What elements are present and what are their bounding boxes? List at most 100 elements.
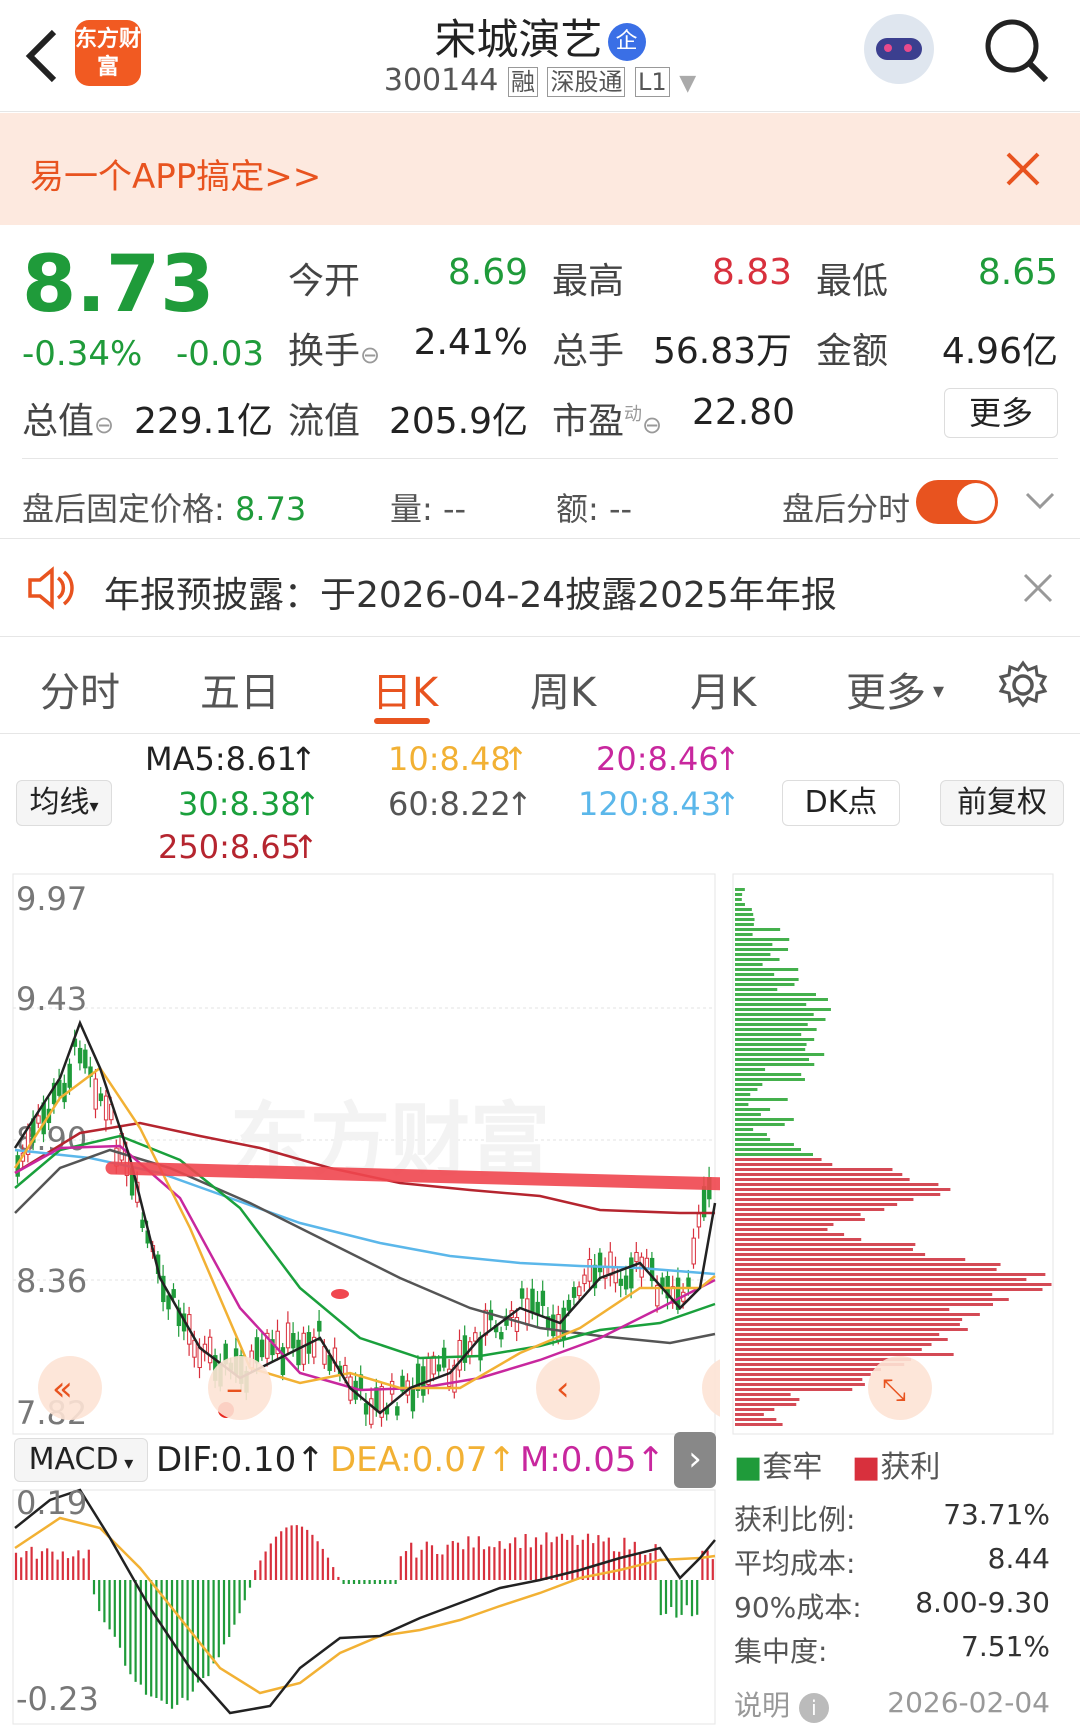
tab-5day[interactable]: 五日 [200, 660, 280, 718]
tag-connect: 深股通 [547, 67, 626, 97]
chip-bar [735, 1193, 941, 1196]
notice-text[interactable]: 年报预披露：于2026-04-24披露2025年年报 [104, 566, 837, 618]
ma5-label: MA5:8.61 [145, 740, 297, 778]
chip-bar [735, 1263, 1001, 1266]
explain-link[interactable]: 说明 i [734, 1684, 829, 1724]
dk-point-button[interactable]: DK点 [782, 780, 900, 826]
chip-bar [735, 1148, 801, 1151]
chip-bars [735, 888, 1052, 1426]
chip-bar [735, 1413, 764, 1416]
field-turnover-value: 2.41% [413, 322, 528, 363]
chip-bar [735, 1143, 794, 1146]
stock-code: 300144 [383, 63, 499, 98]
field-amount-label: 金额 [816, 331, 889, 372]
candle [577, 1281, 582, 1301]
candle [582, 1268, 587, 1292]
annotation-mark [331, 1289, 349, 1299]
macd-chart: 0.19 -0.23 [12, 1488, 716, 1725]
last-price: 8.73 [22, 240, 215, 330]
chip-bar [735, 918, 755, 921]
chevron-down-icon[interactable]: ▼ [679, 71, 696, 96]
triangle-down-icon: ▾ [926, 679, 945, 704]
chip-date: 2026-02-04 [887, 1686, 1050, 1719]
chip-bar [735, 943, 773, 946]
kline-chart[interactable]: 东方财富 9.97 9.43 8.90 8.36 7.82 « – ‹ [0, 868, 720, 1438]
gear-icon[interactable] [998, 660, 1048, 710]
field-amount-value: 4.96亿 [941, 331, 1058, 372]
candle [603, 1257, 608, 1290]
candle [670, 1275, 676, 1309]
chip-bar [735, 1153, 814, 1156]
app-banner[interactable]: 易一个APP搞定>> [0, 113, 1080, 225]
chip-bar [735, 1393, 791, 1396]
field-volume-label: 总手 [552, 331, 625, 372]
banner-text[interactable]: 易一个APP搞定>> [30, 149, 321, 198]
field-mktcap-label[interactable]: 总值⊖ [22, 392, 114, 444]
chip-bar [735, 1033, 802, 1036]
candle [395, 1402, 400, 1421]
divider [0, 636, 1080, 637]
candle [202, 1335, 208, 1362]
chip-bar [735, 1298, 1009, 1301]
indicator-selector[interactable]: MACD ▾ [14, 1438, 148, 1482]
tick-label: 0.19 [16, 1488, 87, 1522]
chip-bar [735, 1423, 783, 1426]
chevron-down-icon[interactable] [1024, 490, 1056, 512]
field-high-value: 8.83 [711, 252, 792, 293]
chip-bar [735, 1043, 807, 1046]
field-turnover-label[interactable]: 换手⊖ [288, 322, 380, 374]
chip-bar [735, 938, 790, 941]
close-icon[interactable] [1005, 151, 1041, 187]
candle [623, 1265, 629, 1296]
tab-daily[interactable]: 日K [372, 660, 438, 718]
candle [441, 1339, 447, 1372]
candle [457, 1329, 462, 1378]
chip-bar [735, 1333, 940, 1336]
candle [83, 1043, 88, 1074]
field-float-label: 流值 [288, 401, 361, 442]
info-icon[interactable]: ⊖ [642, 411, 662, 439]
chip-bar [735, 893, 743, 896]
field-low-label: 最低 [816, 261, 889, 302]
candle [696, 1204, 702, 1239]
chip-bar [735, 1038, 815, 1041]
field-pe-label[interactable]: 市盈动⊖ [552, 392, 662, 444]
tab-monthly[interactable]: 月K [690, 660, 756, 718]
close-icon[interactable] [1022, 572, 1054, 604]
more-button[interactable]: 更多 [944, 388, 1058, 438]
candle [77, 1040, 83, 1071]
chip-bar [735, 913, 754, 916]
candle [93, 1069, 98, 1119]
chip-bar [735, 948, 789, 951]
legend-trapped: ■套牢 [734, 1450, 823, 1485]
tab-more[interactable]: 更多 ▾ [846, 660, 944, 718]
tab-intraday[interactable]: 分时 [40, 660, 120, 718]
candle [415, 1355, 421, 1398]
field-float-value: 205.9亿 [388, 401, 528, 442]
chip-bar [735, 1013, 814, 1016]
chip-bar [735, 1073, 802, 1076]
afterhours-toggle[interactable] [916, 480, 998, 524]
stock-title: 宋城演艺 [434, 15, 603, 64]
search-icon[interactable] [982, 16, 1052, 86]
double-left-icon: « [52, 1369, 73, 1409]
candle [618, 1270, 624, 1298]
field-low-value: 8.65 [977, 252, 1058, 293]
chip-bar [735, 1103, 749, 1106]
chevron-right-icon: › [688, 1439, 702, 1479]
expand-panel-button[interactable]: › [674, 1432, 716, 1488]
robot-avatar-icon[interactable] [864, 14, 934, 84]
chip-bar [735, 1008, 831, 1011]
tab-weekly[interactable]: 周K [530, 660, 596, 718]
chip-bar [735, 1213, 861, 1216]
fuquan-button[interactable]: 前复权 [940, 780, 1064, 826]
chip-bar [735, 1133, 767, 1136]
field-open-value: 8.69 [447, 252, 528, 293]
chip-bar [735, 1028, 817, 1031]
step-right-button[interactable] [702, 1356, 720, 1420]
info-icon[interactable]: ⊖ [94, 411, 114, 439]
ma-selector[interactable]: 均线▾ [16, 780, 112, 826]
chip-bar [735, 1123, 785, 1126]
change-pct: -0.34% [22, 334, 143, 374]
info-icon[interactable]: ⊖ [360, 341, 380, 369]
